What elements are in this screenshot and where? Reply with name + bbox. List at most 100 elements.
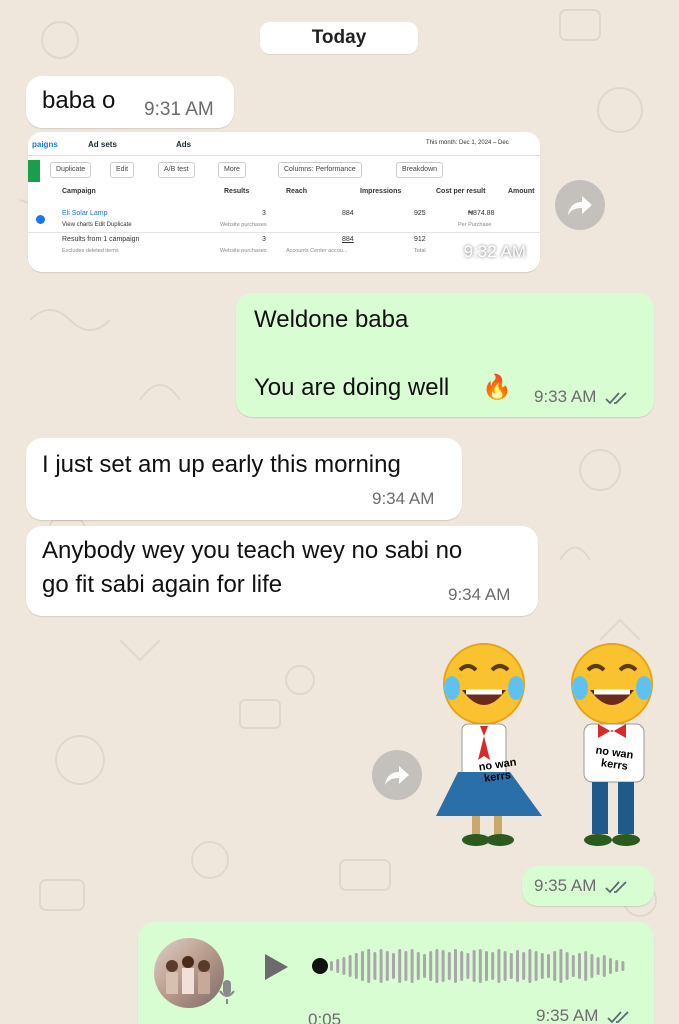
campaigns-tab: paigns xyxy=(32,140,58,149)
double-check-icon xyxy=(607,1010,629,1023)
waveform-bar xyxy=(435,949,439,983)
waveform-bar xyxy=(590,954,594,978)
waveform-bar xyxy=(621,961,625,971)
playback-dot[interactable] xyxy=(312,958,328,974)
col-cost: Cost per result xyxy=(436,188,486,195)
row2-impressions-sub: Total xyxy=(414,248,426,254)
waveform-bar xyxy=(373,952,377,980)
message-text: baba o xyxy=(42,87,116,114)
message-time: 9:35 AM xyxy=(534,876,631,896)
waveform-bar xyxy=(342,957,346,975)
waveform-bar xyxy=(392,953,395,979)
duplicate-button: Duplicate xyxy=(50,162,92,178)
forward-button[interactable] xyxy=(555,180,605,230)
waveform-bar xyxy=(336,959,340,973)
waveform-bar xyxy=(516,950,519,982)
waveform-bar xyxy=(379,949,383,983)
message-line-1: Weldone baba xyxy=(254,306,409,333)
ad-sets-tab: Ad sets xyxy=(88,140,117,149)
waveform-bar xyxy=(416,952,420,980)
waveform-bar xyxy=(361,951,364,981)
sticker-message[interactable]: no wan kerrs no wan kerrs xyxy=(432,640,662,860)
col-impressions: Impressions xyxy=(360,188,402,195)
message-time: 9:31 AM xyxy=(144,99,214,120)
waveform-bar xyxy=(385,951,389,981)
waveform-bar xyxy=(559,949,563,983)
forward-button[interactable] xyxy=(372,750,422,800)
double-check-icon xyxy=(605,391,627,404)
col-amount: Amount xyxy=(508,188,535,195)
fire-emoji: 🔥 xyxy=(482,374,512,401)
waveform-bar xyxy=(367,949,371,983)
time-text: 9:35 AM xyxy=(536,1006,599,1024)
row1-reach: 884 xyxy=(342,210,354,217)
row2-reach: 884 xyxy=(342,236,354,243)
campaign-actions: View charts Edit Duplicate xyxy=(62,222,132,228)
message-line-2: You are doing well xyxy=(254,374,450,401)
row1-results-sub: Website purchases xyxy=(220,222,267,228)
audio-waveform[interactable] xyxy=(330,944,630,988)
waveform-bar xyxy=(565,952,569,980)
summary-name: Results from 1 campaign xyxy=(62,236,140,243)
incoming-message[interactable]: baba o 9:31 AM xyxy=(26,76,234,128)
waveform-bar xyxy=(330,961,333,971)
waveform-bar xyxy=(348,955,352,977)
col-results: Results xyxy=(224,188,250,195)
col-campaign: Campaign xyxy=(62,188,96,195)
waveform-bar xyxy=(466,953,470,979)
double-check-icon xyxy=(605,880,627,893)
voice-duration: 0:05 xyxy=(308,1010,342,1024)
ab-test-button: A/B test xyxy=(158,162,195,178)
laughing-students-sticker: no wan kerrs no wan kerrs xyxy=(436,643,653,846)
waveform-bar xyxy=(534,951,538,981)
more-button: More xyxy=(218,162,246,178)
waveform-bar xyxy=(485,951,488,981)
forward-icon xyxy=(385,766,409,785)
incoming-message[interactable]: Anybody wey you teach wey no sabi no go … xyxy=(26,526,538,616)
waveform-bar xyxy=(410,949,414,983)
waveform-bar xyxy=(423,954,426,978)
row2-results-sub: Website purchases xyxy=(220,248,267,254)
message-time: 9:33 AM xyxy=(534,387,631,407)
campaign-name: Eli Solar Lamp xyxy=(62,210,108,217)
waveform-bar xyxy=(528,949,532,983)
microphone-icon xyxy=(219,980,235,1004)
row1-cost-sub: Per Purchase xyxy=(458,222,492,228)
message-line-2: go fit sabi again for life xyxy=(42,571,283,598)
message-time: 9:34 AM xyxy=(448,585,511,604)
row1-cost: ₦874.88 xyxy=(468,210,495,217)
voice-message[interactable]: 0:05 9:35 AM xyxy=(138,922,654,1024)
summary-sub: Excludes deleted items xyxy=(62,248,119,254)
ads-tabs: paigns Ad sets Ads This month: Dec 1, 20… xyxy=(28,136,540,156)
row-toggle xyxy=(36,215,45,224)
waveform-bar xyxy=(584,951,588,981)
waveform-bar xyxy=(497,949,501,983)
image-message[interactable]: paigns Ad sets Ads This month: Dec 1, 20… xyxy=(28,132,540,272)
waveform-bar xyxy=(596,957,600,975)
row1-impressions: 925 xyxy=(414,210,426,217)
group-photo xyxy=(166,956,210,994)
outgoing-message[interactable]: Weldone baba You are doing well 🔥 9:33 A… xyxy=(236,293,654,417)
waveform-bar xyxy=(509,953,513,979)
table-header: Campaign Results Reach Impressions Cost … xyxy=(28,188,540,202)
message-line-1: Anybody wey you teach wey no sabi no xyxy=(42,537,463,564)
avatar xyxy=(154,938,224,1008)
row2-reach-sub: Accounts Center accou... xyxy=(286,248,348,254)
edit-button: Edit xyxy=(110,162,135,178)
waveform-bar xyxy=(609,958,612,974)
message-time: 9:32 AM xyxy=(463,242,526,261)
row1-results: 3 xyxy=(262,210,266,217)
sticker-time-pill: 9:35 AM xyxy=(522,866,654,906)
incoming-message[interactable]: I just set am up early this morning 9:34… xyxy=(26,438,462,520)
message-text: I just set am up early this morning xyxy=(42,451,401,478)
play-icon[interactable] xyxy=(262,952,290,982)
waveform-bar xyxy=(398,949,402,983)
forward-icon xyxy=(568,196,592,215)
waveform-bar xyxy=(354,953,358,979)
date-divider: Today xyxy=(260,22,418,54)
waveform-bar xyxy=(478,949,482,983)
breakdown-button: Breakdown xyxy=(396,162,444,178)
waveform-bar xyxy=(602,955,606,977)
waveform-bar xyxy=(460,951,464,981)
waveform-bar xyxy=(547,954,550,978)
